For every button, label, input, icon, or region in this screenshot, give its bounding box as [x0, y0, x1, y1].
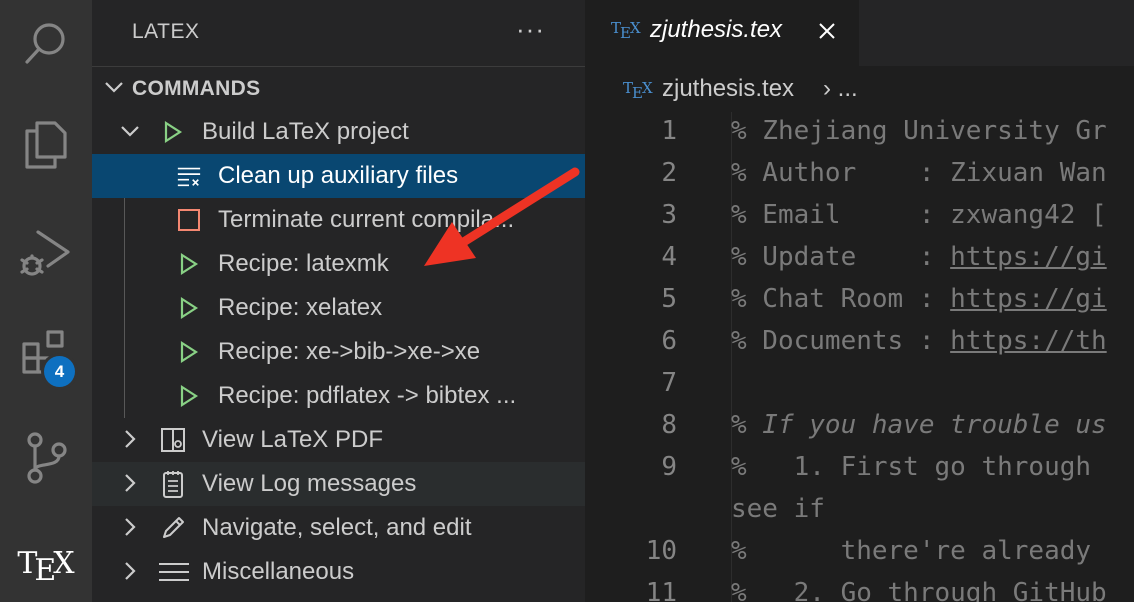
chevron-right-icon: › [823, 75, 831, 102]
code-text: % Update : [731, 242, 951, 272]
chevron-right-icon [118, 515, 142, 546]
more-actions-icon[interactable]: ··· [516, 14, 545, 45]
tab-zjuthesis-tex[interactable]: T E X zjuthesis.tex [585, 0, 859, 66]
tex-icon-letter: X [53, 545, 75, 581]
tree-item-view-log-messages[interactable]: View Log messages [92, 462, 585, 506]
play-icon [176, 295, 202, 321]
pdf-preview-icon [160, 427, 186, 453]
sidebar-title: LATEX [132, 20, 200, 43]
tex-icon[interactable]: TEX [0, 530, 92, 596]
tree-item-navigate-select-edit[interactable]: Navigate, select, and edit [92, 506, 585, 550]
tab-filename: zjuthesis.tex [650, 16, 783, 43]
svg-text:X: X [642, 79, 653, 97]
line-number: 2 [661, 158, 677, 188]
tree-item-recipe-xe-bib-xe-xe[interactable]: Recipe: xe->bib->xe->xe [92, 330, 585, 374]
activity-bar: 4 TEX [0, 0, 92, 602]
svg-text:X: X [630, 19, 641, 37]
menu-icon [158, 559, 190, 585]
breadcrumb: T E X zjuthesis.tex › ... [585, 66, 1134, 112]
play-icon [176, 383, 202, 409]
code-line: % there're already [731, 536, 1092, 566]
search-icon[interactable] [0, 0, 92, 88]
tree-item-recipe-pdflatex-bibtex[interactable]: Recipe: pdflatex -> bibtex ... [92, 374, 585, 418]
code-line: % 2. Go through GitHub [731, 578, 1107, 602]
close-icon[interactable] [815, 19, 839, 48]
line-number: 9 [661, 452, 677, 482]
latex-sidebar: LATEX ··· COMMANDS Build LaTeX project C… [92, 0, 585, 602]
tree-item-clean-up-auxiliary-files[interactable]: Clean up auxiliary files [92, 154, 585, 198]
tree-item-recipe-latexmk[interactable]: Recipe: latexmk [92, 242, 585, 286]
code-line: % Update : https://gi [731, 242, 1107, 272]
section-label: COMMANDS [132, 77, 261, 100]
code-line: % Zhejiang University Gr [731, 116, 1107, 146]
chevron-right-icon [118, 471, 142, 502]
notepad-icon [160, 471, 186, 498]
tree-item-view-latex-pdf[interactable]: View LaTeX PDF [92, 418, 585, 462]
code-link[interactable]: https://gi [950, 284, 1107, 314]
editor-tab-bar: T E X zjuthesis.tex [585, 0, 1134, 66]
tree-item-label: Clean up auxiliary files [218, 162, 459, 189]
tree-item-label: Recipe: pdflatex -> bibtex ... [218, 382, 517, 409]
play-icon [176, 251, 202, 277]
code-line: % Chat Room : https://gi [731, 284, 1107, 314]
chevron-down-icon [102, 75, 126, 104]
tree-item-label: Recipe: xe->bib->xe->xe [218, 338, 481, 365]
run-debug-icon[interactable] [0, 210, 92, 298]
breadcrumb-symbol[interactable]: ... [838, 75, 858, 102]
tex-file-icon: T E X [623, 79, 653, 102]
code-line: % Email : zxwang42 [ [731, 200, 1107, 230]
line-number: 1 [661, 116, 677, 146]
code-text: % Documents : [731, 326, 951, 356]
tree-item-label: Terminate current compila... [218, 206, 515, 233]
tree-item-terminate-compilation[interactable]: Terminate current compila... [92, 198, 585, 242]
code-editor[interactable]: 1 % Zhejiang University Gr 2 % Author : … [585, 112, 1134, 602]
tree-item-label: Navigate, select, and edit [202, 514, 472, 541]
code-line: % If you have trouble us [731, 410, 1107, 440]
tex-icon-letter: E [34, 552, 57, 588]
tree-item-recipe-xelatex[interactable]: Recipe: xelatex [92, 286, 585, 330]
line-number: 6 [661, 326, 677, 356]
stop-icon [176, 207, 202, 233]
line-number: 4 [661, 242, 677, 272]
line-number: 8 [661, 410, 677, 440]
line-number: 11 [645, 578, 677, 602]
code-line-wrapped: see if [731, 494, 825, 524]
commands-section-header[interactable]: COMMANDS [92, 66, 585, 111]
tree-item-label: Build LaTeX project [202, 118, 409, 145]
tree-item-label: Recipe: xelatex [218, 294, 383, 321]
chevron-right-icon [118, 427, 142, 458]
extensions-badge: 4 [44, 356, 75, 387]
breadcrumb-separator: › ... [823, 75, 858, 103]
play-icon [160, 119, 186, 145]
clear-list-icon [176, 163, 202, 189]
tree-item-miscellaneous[interactable]: Miscellaneous [92, 550, 585, 594]
edit-icon [160, 515, 186, 541]
line-number: 7 [661, 368, 677, 398]
breadcrumb-file[interactable]: zjuthesis.tex [662, 75, 794, 103]
chevron-right-icon [118, 559, 142, 590]
code-line: % Documents : https://th [731, 326, 1107, 356]
tree-item-label: Miscellaneous [202, 558, 355, 585]
code-line: % Author : Zixuan Wan [731, 158, 1107, 188]
tex-file-icon: T E X [611, 19, 641, 42]
line-number: 5 [661, 284, 677, 314]
code-link[interactable]: https://gi [950, 242, 1107, 272]
line-number: 10 [645, 536, 677, 566]
explorer-icon[interactable] [0, 100, 92, 188]
tree-item-label: View Log messages [202, 470, 417, 497]
code-link[interactable]: https://th [950, 326, 1107, 356]
extensions-icon[interactable] [0, 310, 92, 398]
line-number: 3 [661, 200, 677, 230]
play-icon [176, 339, 202, 365]
code-text: % Chat Room : [731, 284, 951, 314]
code-line: % 1. First go through [731, 452, 1092, 482]
tree-item-build-latex-project[interactable]: Build LaTeX project [92, 110, 585, 154]
tree-item-label: View LaTeX PDF [202, 426, 383, 453]
source-control-icon[interactable] [0, 414, 92, 502]
chevron-down-icon [118, 119, 142, 150]
tree-item-label: Recipe: latexmk [218, 250, 389, 277]
